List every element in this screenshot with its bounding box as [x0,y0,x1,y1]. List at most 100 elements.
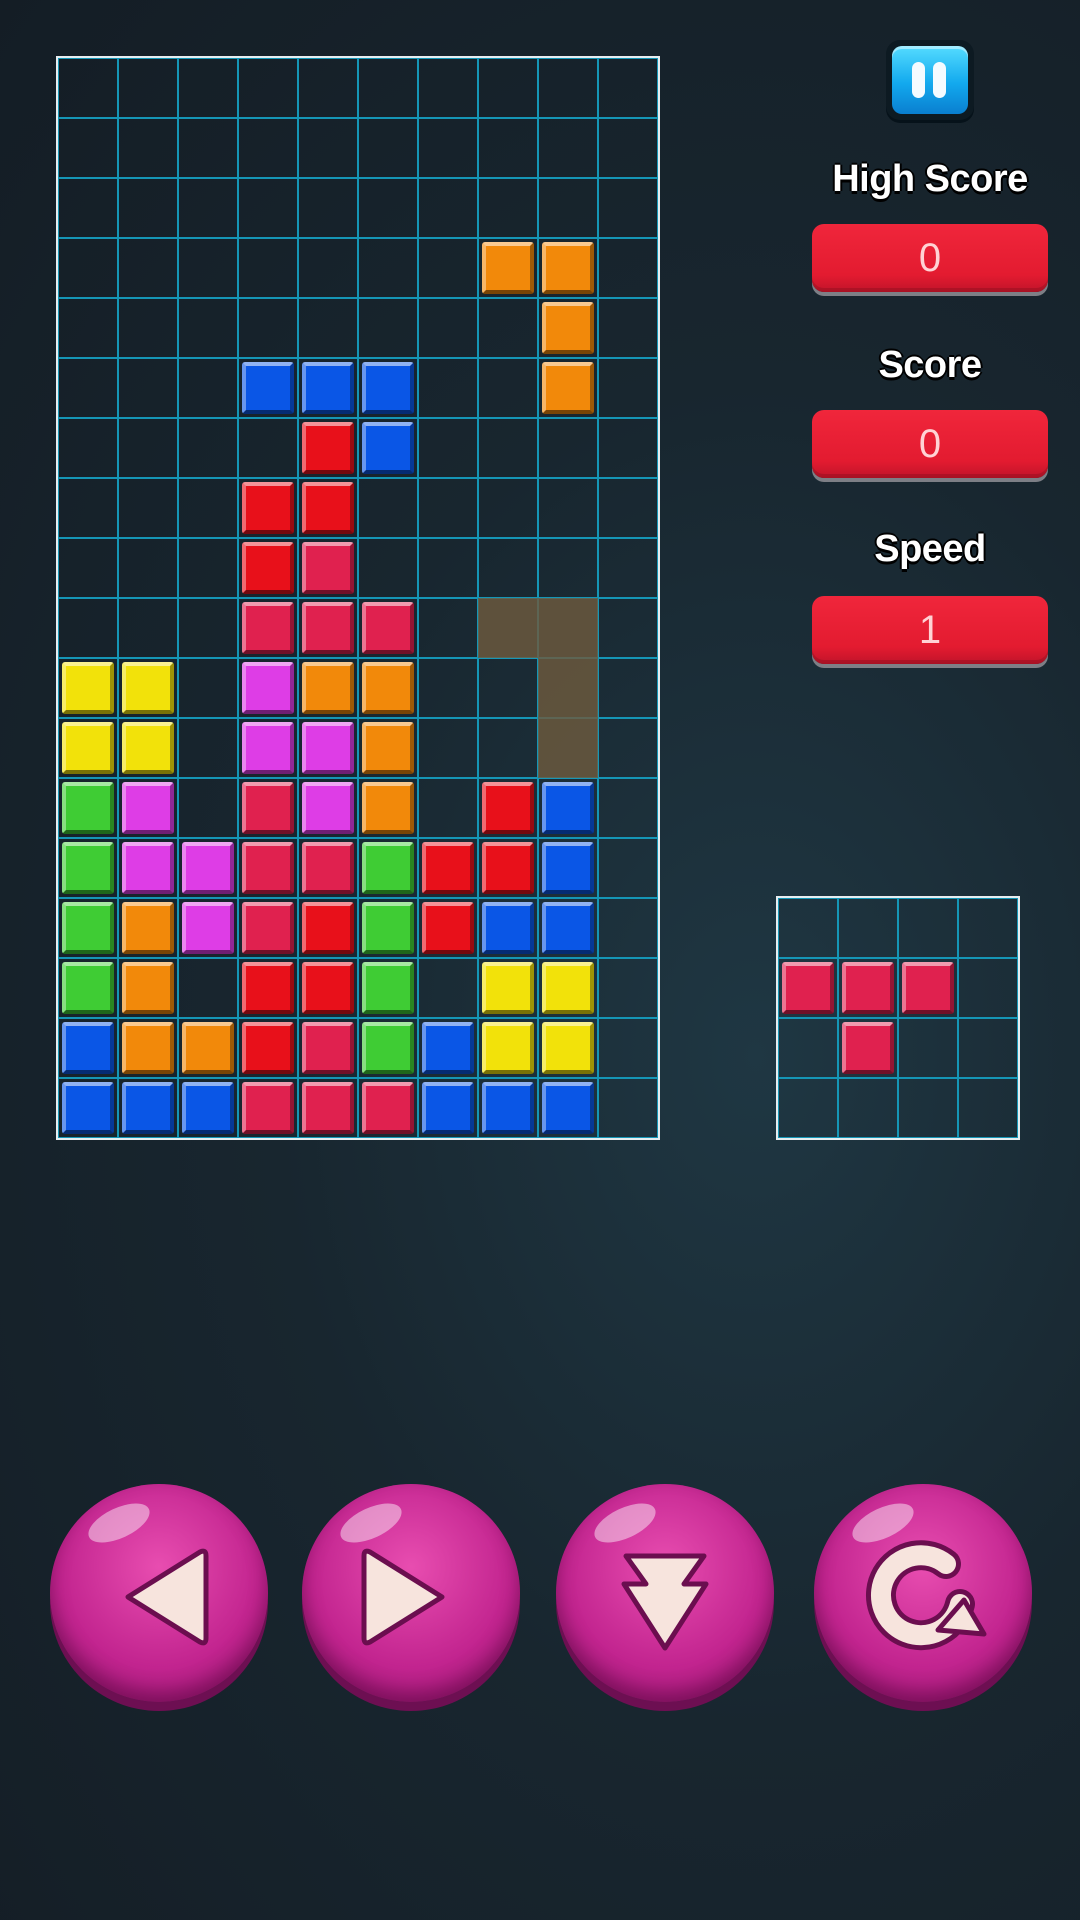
block-yellow [482,962,534,1014]
block-crimson [302,542,354,594]
block-green [62,842,114,894]
block-crimson [362,1082,414,1134]
high-score-value: 0 [812,224,1048,292]
block-orange [182,1022,234,1074]
block-magenta [302,782,354,834]
block-blue [362,422,414,474]
block-magenta [242,662,294,714]
block-orange [482,242,534,294]
block-yellow [62,662,114,714]
block-magenta [302,722,354,774]
block-red [242,482,294,534]
score-label: Score [878,344,982,386]
block-yellow [122,662,174,714]
block-orange [122,902,174,954]
next-block-crimson [842,962,894,1014]
block-crimson [242,842,294,894]
arrow-right-icon [361,1548,445,1646]
block-magenta [182,902,234,954]
block-magenta [242,722,294,774]
block-red [242,1022,294,1074]
block-magenta [122,782,174,834]
block-crimson [242,902,294,954]
block-orange [542,302,594,354]
pause-icon [892,46,968,114]
block-crimson [302,842,354,894]
score-value: 0 [812,410,1048,478]
block-red [242,962,294,1014]
block-orange [122,1022,174,1074]
block-blue [542,782,594,834]
block-crimson [242,1082,294,1134]
block-yellow [62,722,114,774]
block-blue [542,1082,594,1134]
block-green [362,1022,414,1074]
block-orange [362,662,414,714]
block-red [302,902,354,954]
block-green [62,902,114,954]
block-orange [362,782,414,834]
block-green [362,842,414,894]
block-blue [482,902,534,954]
block-blue [122,1082,174,1134]
next-block-crimson [782,962,834,1014]
block-red [302,962,354,1014]
block-blue [62,1082,114,1134]
block-red [482,842,534,894]
block-red [482,782,534,834]
block-yellow [542,1022,594,1074]
block-blue [242,362,294,414]
move-right-button[interactable] [302,1484,520,1702]
block-blue [542,842,594,894]
speed-value: 1 [812,596,1048,664]
block-crimson [362,602,414,654]
high-score-label: High Score [832,158,1028,200]
block-orange [362,722,414,774]
ghost-block [478,598,538,658]
block-red [422,902,474,954]
block-crimson [242,602,294,654]
game-board[interactable] [56,56,660,1140]
block-blue [362,362,414,414]
ghost-block [538,718,598,778]
block-blue [182,1082,234,1134]
block-blue [62,1022,114,1074]
next-piece-preview [776,896,1020,1140]
block-blue [482,1082,534,1134]
rotate-button[interactable] [814,1484,1032,1702]
block-crimson [242,782,294,834]
block-blue [422,1022,474,1074]
block-orange [302,662,354,714]
block-red [422,842,474,894]
block-green [62,782,114,834]
move-left-button[interactable] [50,1484,268,1702]
block-red [302,422,354,474]
block-magenta [182,842,234,894]
block-green [362,962,414,1014]
arrow-left-icon [125,1548,209,1646]
block-orange [542,242,594,294]
block-magenta [122,842,174,894]
block-blue [542,902,594,954]
block-crimson [302,602,354,654]
block-yellow [542,962,594,1014]
arrow-down-icon [621,1553,709,1651]
block-orange [122,962,174,1014]
next-block-crimson [902,962,954,1014]
ghost-block [538,658,598,718]
rotate-icon [866,1540,987,1651]
block-green [62,962,114,1014]
block-orange [542,362,594,414]
block-crimson [302,1082,354,1134]
pause-button[interactable] [886,40,974,120]
block-crimson [302,1022,354,1074]
speed-label: Speed [874,528,986,570]
block-blue [302,362,354,414]
block-green [362,902,414,954]
ghost-block [538,598,598,658]
block-blue [422,1082,474,1134]
next-block-crimson [842,1022,894,1074]
block-yellow [482,1022,534,1074]
block-red [242,542,294,594]
drop-down-button[interactable] [556,1484,774,1702]
